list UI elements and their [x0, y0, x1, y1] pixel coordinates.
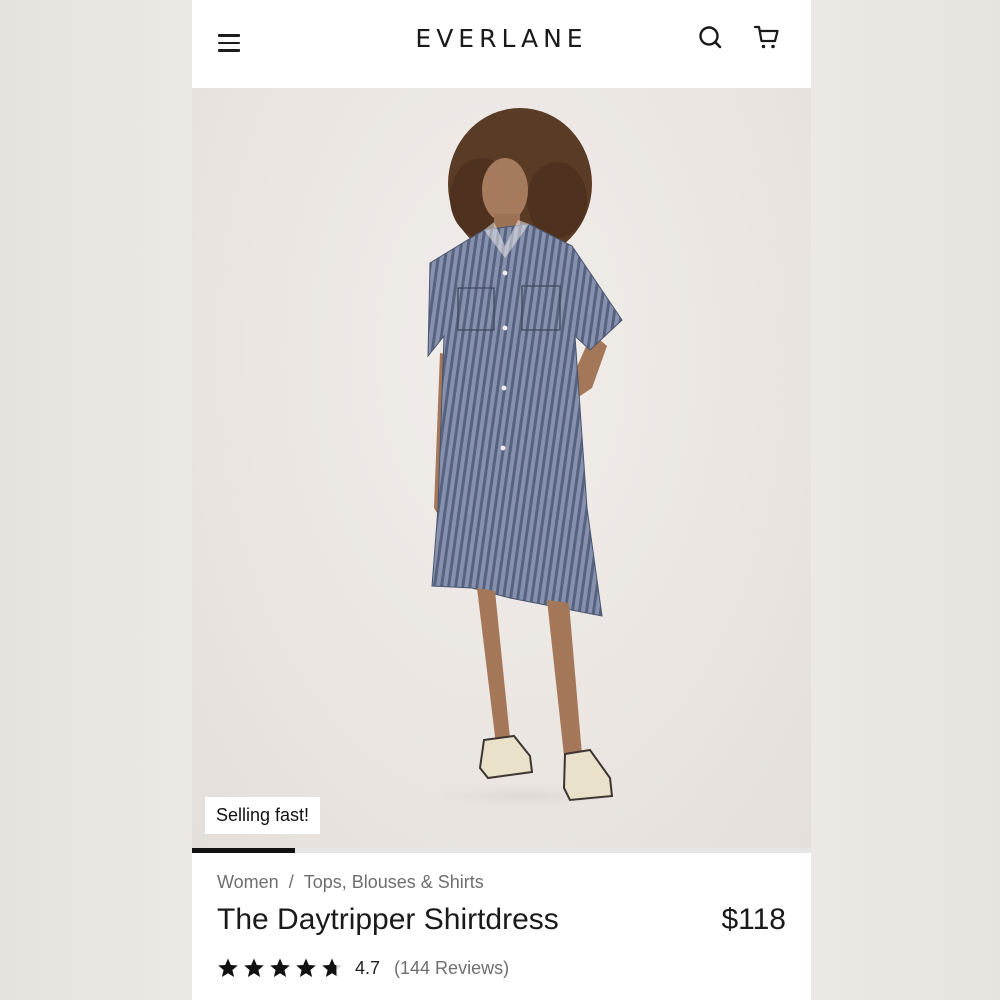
product-title: The Daytripper Shirtdress [217, 903, 559, 936]
rating-value: 4.7 [355, 957, 381, 978]
search-icon [699, 26, 722, 49]
mobile-page: EVERLANE Selling fast! Women / Tops, Blo… [192, 0, 811, 1000]
site-header: EVERLANE [192, 0, 811, 88]
breadcrumb-tops-blouses-shirts[interactable]: Tops, Blouses & Shirts [304, 872, 484, 892]
breadcrumb-women[interactable]: Women [217, 872, 279, 892]
shopping-cart-icon [753, 25, 779, 49]
search-button[interactable] [697, 24, 725, 52]
rating-stars [217, 957, 343, 979]
star-icon [322, 958, 342, 977]
breadcrumb: Women / Tops, Blouses & Shirts [217, 872, 484, 893]
product-price: $118 [721, 903, 786, 936]
reviews-count-link[interactable]: (144 Reviews) [394, 958, 509, 979]
cart-button[interactable] [753, 24, 781, 52]
product-image[interactable]: Selling fast! [192, 88, 811, 848]
star-icon [244, 958, 264, 977]
product-info: Women / Tops, Blouses & Shirts The Daytrip… [192, 853, 811, 1000]
star-icon [296, 958, 316, 977]
star-icon [270, 958, 290, 977]
product-rating[interactable]: 4.7 (144 Reviews) [217, 955, 509, 981]
model-in-striped-shirtdress-illustration [402, 108, 642, 810]
selling-fast-badge: Selling fast! [205, 797, 321, 834]
breadcrumb-separator: / [288, 872, 294, 892]
star-icon [218, 958, 238, 977]
